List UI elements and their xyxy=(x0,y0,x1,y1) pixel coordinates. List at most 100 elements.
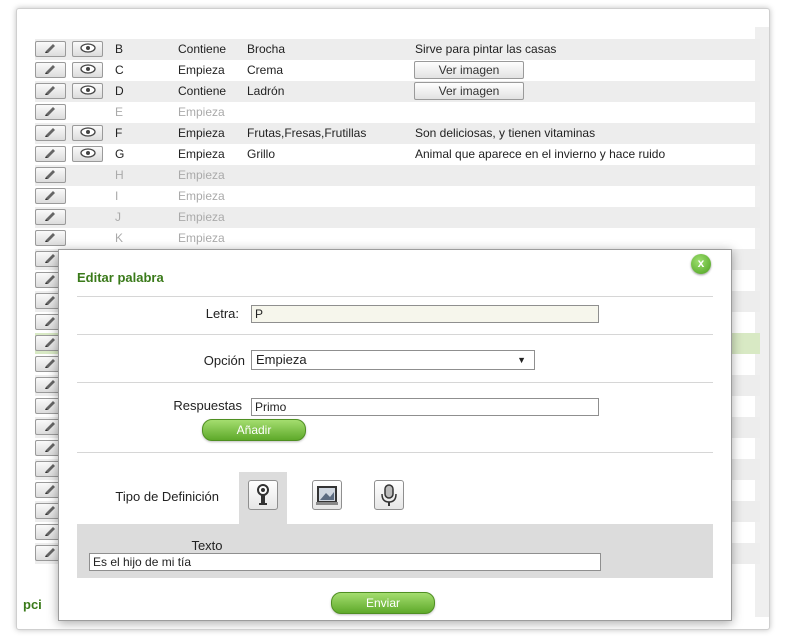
row-option: Empieza xyxy=(178,126,225,140)
audio-definition-icon xyxy=(374,480,404,510)
row-definition: Son deliciosas, y tienen vitaminas xyxy=(415,126,596,140)
edit-word-dialog: x Editar palabra Letra: P Opción Empieza… xyxy=(58,249,732,621)
pencil-hand-icon xyxy=(44,506,55,515)
table-row: H Empieza xyxy=(35,165,760,186)
pencil-hand-icon xyxy=(44,233,55,242)
row-word: Frutas,Fresas,Frutillas xyxy=(247,126,367,140)
letter-label: Letra: xyxy=(205,306,239,321)
pencil-hand-icon xyxy=(44,65,55,74)
edit-row-button[interactable] xyxy=(35,146,66,162)
row-word xyxy=(247,165,417,186)
eye-icon xyxy=(79,64,96,74)
edit-row-button[interactable] xyxy=(35,167,66,183)
definition-text-input[interactable]: Es el hijo de mi tía xyxy=(89,553,601,571)
row-option: Contiene xyxy=(178,42,227,56)
pencil-hand-icon xyxy=(44,44,55,53)
row-letter: E xyxy=(115,105,124,119)
row-word xyxy=(247,102,417,123)
submit-button[interactable]: Enviar xyxy=(331,592,435,614)
pencil-hand-icon xyxy=(44,254,55,263)
table-row: E Empieza xyxy=(35,102,760,123)
pencil-hand-icon xyxy=(44,464,55,473)
pencil-hand-icon xyxy=(44,527,55,536)
row-option: Empieza xyxy=(178,231,225,245)
view-row-button[interactable] xyxy=(72,62,103,78)
option-select[interactable]: Empieza ▼ xyxy=(251,350,535,370)
row-definition xyxy=(415,228,755,249)
text-definition-panel: Texto Es el hijo de mi tía xyxy=(77,524,713,578)
pencil-hand-icon xyxy=(44,296,55,305)
row-letter: D xyxy=(115,84,124,98)
tab-text-definition[interactable] xyxy=(239,472,287,524)
edit-row-button[interactable] xyxy=(35,230,66,246)
table-row: D Contiene Ladrón Ver imagen xyxy=(35,81,760,102)
pencil-hand-icon xyxy=(44,359,55,368)
row-word xyxy=(247,228,417,249)
row-definition xyxy=(415,165,755,186)
row-definition xyxy=(415,186,755,207)
footer-heading: pci xyxy=(23,597,42,612)
letter-field[interactable]: P xyxy=(251,305,599,323)
close-icon[interactable]: x xyxy=(691,254,711,274)
table-row: G Empieza Grillo Animal que aparece en el i… xyxy=(35,144,760,165)
view-image-button[interactable]: Ver imagen xyxy=(414,82,524,100)
eye-icon xyxy=(79,85,96,95)
row-option: Empieza xyxy=(178,63,225,77)
eye-icon xyxy=(79,148,96,158)
row-word xyxy=(247,207,417,228)
row-option: Empieza xyxy=(178,189,225,203)
answers-label: Respuestas xyxy=(173,398,242,413)
option-label: Opción xyxy=(203,353,245,368)
edit-row-button[interactable] xyxy=(35,83,66,99)
divider xyxy=(77,452,713,453)
option-select-value: Empieza xyxy=(256,352,307,367)
edit-row-button[interactable] xyxy=(35,188,66,204)
row-letter: I xyxy=(115,189,119,203)
pencil-hand-icon xyxy=(44,191,55,200)
pencil-hand-icon xyxy=(44,380,55,389)
pencil-hand-icon xyxy=(44,128,55,137)
eye-icon xyxy=(79,127,96,137)
chevron-down-icon: ▼ xyxy=(517,355,526,365)
tab-audio-definition[interactable] xyxy=(365,472,413,520)
pencil-hand-icon xyxy=(44,170,55,179)
row-definition: Animal que aparece en el invierno y hace… xyxy=(415,147,666,161)
row-letter: G xyxy=(115,147,125,161)
view-image-button[interactable]: Ver imagen xyxy=(414,61,524,79)
tab-image-definition[interactable] xyxy=(303,472,351,520)
pencil-hand-icon xyxy=(44,485,55,494)
edit-row-button[interactable] xyxy=(35,104,66,120)
pencil-hand-icon xyxy=(44,317,55,326)
view-row-button[interactable] xyxy=(72,41,103,57)
row-letter: H xyxy=(115,168,124,182)
view-row-button[interactable] xyxy=(72,125,103,141)
edit-row-button[interactable] xyxy=(35,62,66,78)
row-word xyxy=(247,186,417,207)
row-definition xyxy=(415,207,755,228)
pencil-hand-icon xyxy=(44,443,55,452)
pencil-hand-icon xyxy=(44,86,55,95)
app-frame: B Contiene Brocha Sirve para pintar las cas… xyxy=(16,8,770,630)
add-answer-button[interactable]: Añadir xyxy=(202,419,306,441)
table-row: F Empieza Frutas,Fresas,Frutillas Son delic… xyxy=(35,123,760,144)
answers-input[interactable]: Primo xyxy=(251,398,599,416)
row-option: Empieza xyxy=(178,147,225,161)
view-row-button[interactable] xyxy=(72,146,103,162)
pencil-hand-icon xyxy=(44,338,55,347)
edit-row-button[interactable] xyxy=(35,125,66,141)
row-letter: F xyxy=(115,126,123,140)
pencil-hand-icon xyxy=(44,275,55,284)
edit-row-button[interactable] xyxy=(35,209,66,225)
edit-row-button[interactable] xyxy=(35,41,66,57)
pencil-hand-icon xyxy=(44,212,55,221)
text-definition-icon xyxy=(248,480,278,510)
row-definition xyxy=(415,102,755,123)
table-row: B Contiene Brocha Sirve para pintar las cas… xyxy=(35,39,760,60)
row-word: Ladrón xyxy=(247,84,285,98)
view-row-button[interactable] xyxy=(72,83,103,99)
row-option: Empieza xyxy=(178,105,225,119)
row-option: Empieza xyxy=(178,210,225,224)
divider xyxy=(77,296,713,297)
row-option: Empieza xyxy=(178,168,225,182)
definition-type-tabs xyxy=(77,472,713,524)
